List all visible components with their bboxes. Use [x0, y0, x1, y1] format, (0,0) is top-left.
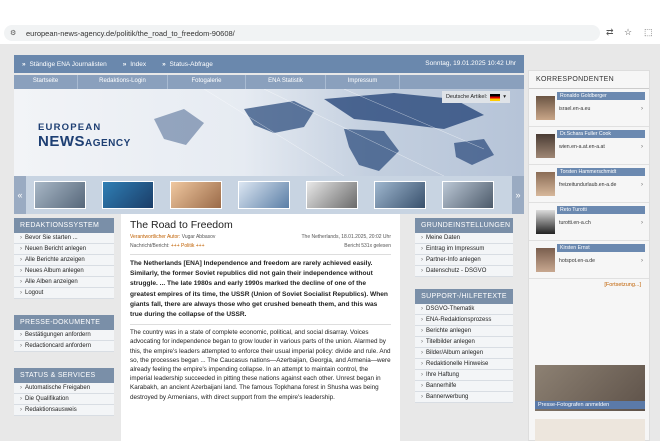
carousel-prev-icon[interactable]: «: [14, 176, 26, 214]
chevron-right-icon: ›: [641, 258, 643, 264]
nav-impressum[interactable]: Impressum: [326, 75, 400, 89]
correspondent-card[interactable]: Ronaldo Goldberger israel.en-a.eu ›: [529, 89, 649, 127]
toplink-status[interactable]: » Status-Abfrage: [162, 61, 213, 68]
article-lead: The Netherlands [ENA] Independence and f…: [130, 254, 391, 320]
carousel-next-icon[interactable]: »: [512, 176, 524, 214]
section-header-grund: GRUNDEINSTELLUNGEN: [415, 218, 513, 233]
chevron-down-icon: ▾: [503, 94, 506, 100]
chevron-right-icon: ›: [641, 106, 643, 112]
site-info-icon[interactable]: ⚙: [10, 29, 20, 37]
extensions-icon[interactable]: ⬚: [644, 27, 653, 38]
correspondent-card[interactable]: Dr.Schara Fuller Cook wien.en-a.at.en-a.…: [529, 127, 649, 165]
german-flag-icon: [490, 93, 501, 101]
carousel-thumb[interactable]: [102, 181, 154, 209]
page: » Ständige ENA Journalisten » Index » St…: [0, 44, 660, 441]
menu-item[interactable]: › ENA-Redaktionsprozess: [415, 315, 513, 326]
menu-item[interactable]: › Bannerhilfe: [415, 381, 513, 392]
section-header-status: STATUS & SERVICES: [14, 368, 114, 383]
menu-item[interactable]: › Bestätigungen anfordern: [14, 330, 114, 341]
left-sidebar: REDAKTIONSSYSTEM › Bevor Sie starten ... …: [14, 214, 114, 416]
avatar: [536, 210, 555, 234]
article-location-date: The Netherlands, 18.01.2025, 20:02 Uhr: [301, 234, 391, 240]
photo-carousel: « »: [14, 176, 524, 214]
header-banner: Deutsche Artikel: ▾ EUROPEAN NEWSAGENCY: [14, 89, 524, 176]
carousel-thumb[interactable]: [306, 181, 358, 209]
carousel-thumb[interactable]: [374, 181, 426, 209]
menu-item[interactable]: › Neuen Bericht anlegen: [14, 244, 114, 255]
toplink-journalisten[interactable]: » Ständige ENA Journalisten: [22, 61, 107, 68]
fortsetzung-link[interactable]: [Fortsetzung...]: [529, 279, 649, 291]
carousel-thumb[interactable]: [34, 181, 86, 209]
carousel-thumb[interactable]: [238, 181, 290, 209]
browser-chrome: ⚙ european-news-agency.de/politik/the_ro…: [0, 0, 660, 44]
menu-item[interactable]: › Bannerwerbung: [415, 392, 513, 403]
logo-european: EUROPEAN: [38, 122, 102, 133]
section-header-presse: PRESSE-DOKUMENTE: [14, 315, 114, 330]
menu-item[interactable]: › Alle Berichte anzeigen: [14, 255, 114, 266]
avatar: [536, 134, 555, 158]
menu-item[interactable]: › Ihre Haftung: [415, 370, 513, 381]
right-sidebar: GRUNDEINSTELLUNGEN › Meine Daten › Eintrag…: [415, 214, 513, 403]
menu-item[interactable]: › Bilder/Album anlegen: [415, 348, 513, 359]
presse-fotografen-ad[interactable]: Presse-Fotografen anmelden: [535, 365, 645, 411]
section-header-redaktion: REDAKTIONSSYSTEM: [14, 218, 114, 233]
korrespondenten-title: KORRESPONDENTEN: [529, 71, 649, 89]
banner-ad-image[interactable]: [535, 419, 645, 441]
chevron-right-icon: ›: [641, 182, 643, 188]
article-meta: Verantwortlicher Autor: Vugar Abbasov Th…: [130, 234, 391, 240]
translate-icon[interactable]: ⇄: [606, 27, 614, 38]
chevron-right-icon: ›: [641, 220, 643, 226]
menu-item[interactable]: › Logout: [14, 288, 114, 299]
article-title: The Road to Freedom: [130, 219, 233, 231]
menu-item[interactable]: › Neues Album anlegen: [14, 266, 114, 277]
avatar: [536, 172, 555, 196]
chevron-right-icon: ›: [641, 144, 643, 150]
language-selector[interactable]: Deutsche Artikel: ▾: [441, 91, 510, 103]
menu-item[interactable]: › Redactioncard anfordern: [14, 341, 114, 352]
carousel-thumb[interactable]: [170, 181, 222, 209]
menu-item[interactable]: › DSGVO-Thematik: [415, 304, 513, 315]
menu-item[interactable]: › Berichte anlegen: [415, 326, 513, 337]
menu-item[interactable]: › Bevor Sie starten ...: [14, 233, 114, 244]
menu-item[interactable]: › Partner-Info anlegen: [415, 255, 513, 266]
correspondent-card[interactable]: Torsten Hammerschmidt freizeitundurlaub.…: [529, 165, 649, 203]
article-meta-2: Nachricht/Bericht: +++ Politik +++ Beric…: [130, 243, 391, 249]
address-bar[interactable]: ⚙ european-news-agency.de/politik/the_ro…: [4, 25, 600, 41]
article-reads: Bericht 531x gelesen: [344, 243, 391, 249]
carousel-thumb[interactable]: [442, 181, 494, 209]
nav-ena-statistik[interactable]: ENA Statistik: [246, 75, 326, 89]
nav-redaktions-login[interactable]: Redaktions-Login: [78, 75, 168, 89]
menu-item[interactable]: › Meine Daten: [415, 233, 513, 244]
avatar: [536, 96, 555, 120]
korrespondenten-panel: KORRESPONDENTEN Ronaldo Goldberger israe…: [528, 70, 650, 441]
author-name: Vugar Abbasov: [181, 234, 216, 240]
menu-item[interactable]: › Die Qualifikation: [14, 394, 114, 405]
bookmark-star-icon[interactable]: ☆: [624, 27, 632, 38]
section-header-support: SUPPORT-/HILFETEXTE: [415, 289, 513, 304]
logo-news-agency: NEWSAGENCY: [38, 133, 131, 150]
menu-item[interactable]: › Redaktionsausweis: [14, 405, 114, 416]
ad-caption: Presse-Fotografen anmelden: [535, 401, 645, 409]
avatar: [536, 248, 555, 272]
menu-item[interactable]: › Automatische Freigaben: [14, 383, 114, 394]
toplink-index[interactable]: » Index: [123, 61, 146, 68]
main-nav: Startseite Redaktions-Login Fotogalerie …: [14, 75, 524, 89]
menu-item[interactable]: › Datenschutz - DSGVO: [415, 266, 513, 277]
correspondent-card[interactable]: Reto Turotti turotti.en-a.ch ›: [529, 203, 649, 241]
menu-item[interactable]: › Eintrag im Impressum: [415, 244, 513, 255]
article-body: The country was in a state of complete e…: [130, 324, 391, 402]
date-text: Sonntag, 19.01.2025 10:42 Uhr: [425, 60, 516, 67]
url-text: european-news-agency.de/politik/the_road…: [26, 28, 235, 38]
article-category[interactable]: +++ Politik +++: [171, 243, 205, 249]
nav-startseite[interactable]: Startseite: [14, 75, 78, 89]
menu-item[interactable]: › Titelbilder anlegen: [415, 337, 513, 348]
menu-item[interactable]: › Alle Alben anzeigen: [14, 277, 114, 288]
menu-item[interactable]: › Redaktionelle Hinweise: [415, 359, 513, 370]
article: The Road to Freedom Verantwortlicher Aut…: [121, 214, 400, 441]
nav-fotogalerie[interactable]: Fotogalerie: [168, 75, 246, 89]
top-bar: » Ständige ENA Journalisten » Index » St…: [14, 55, 524, 73]
correspondent-card[interactable]: Kirsten Ernst hotspot.en-a.de ›: [529, 241, 649, 279]
